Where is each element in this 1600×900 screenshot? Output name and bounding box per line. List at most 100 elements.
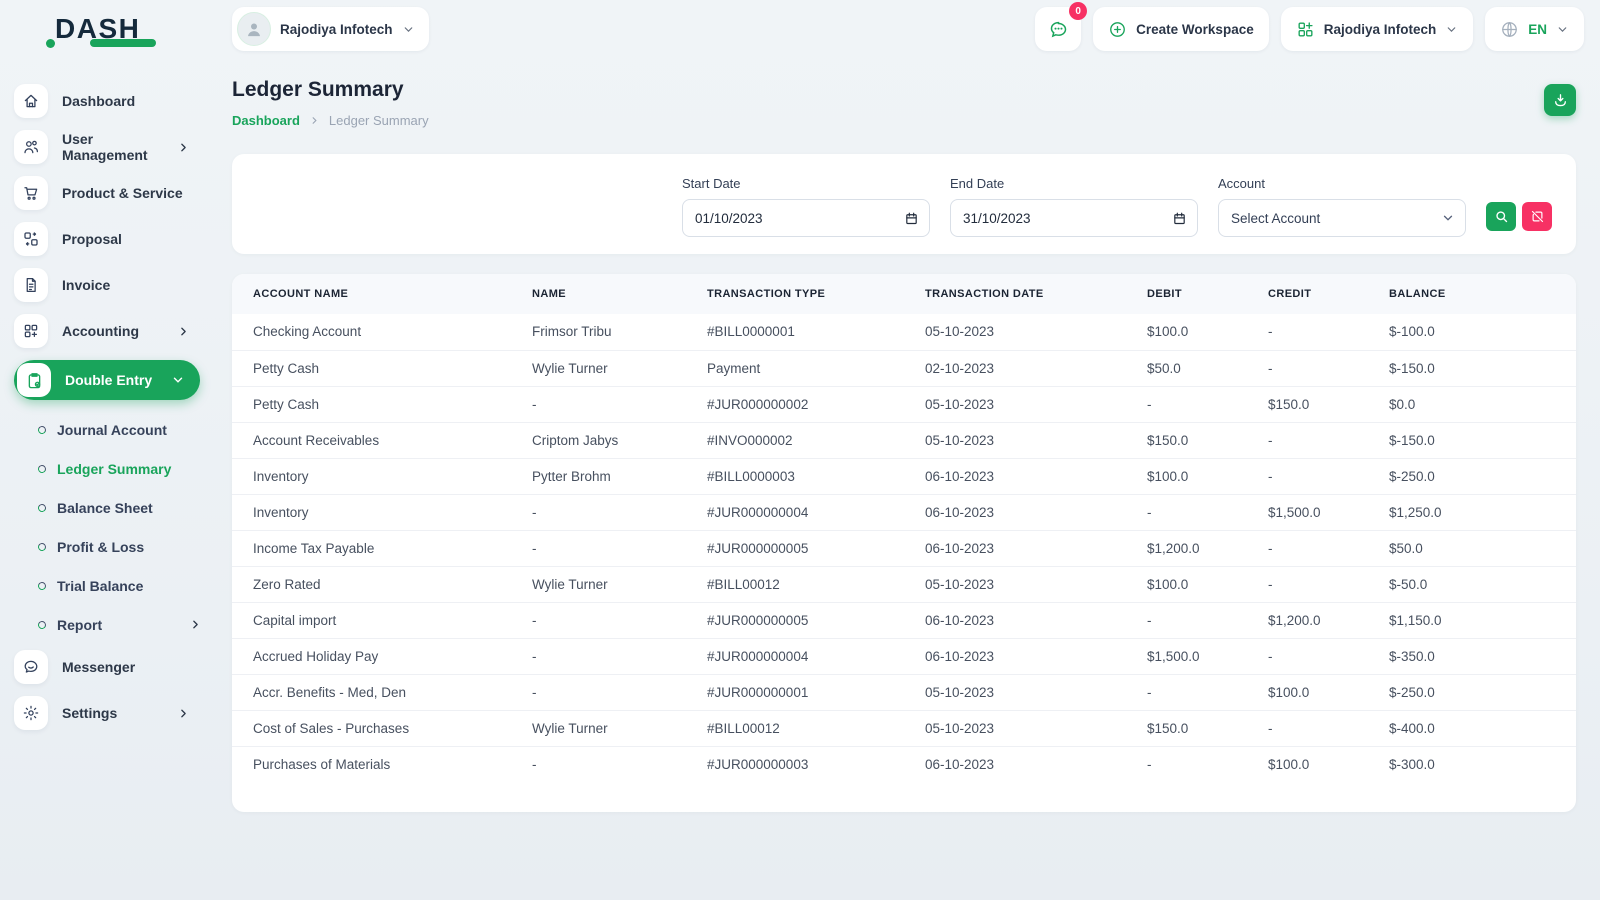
table-header-row: ACCOUNT NAMENAMETRANSACTION TYPETRANSACT… xyxy=(232,274,1576,314)
start-date-input[interactable] xyxy=(683,211,929,226)
sidebar-item-accounting[interactable]: Accounting xyxy=(14,314,200,348)
chevron-right-icon xyxy=(177,707,190,720)
chevron-right-icon xyxy=(309,115,320,126)
company-selector[interactable]: Rajodiya Infotech xyxy=(1281,7,1474,51)
breadcrumb-current: Ledger Summary xyxy=(329,113,429,128)
page-head: Ledger Summary Dashboard Ledger Summary xyxy=(232,78,1576,128)
sidebar-subitem-report[interactable]: Report xyxy=(14,605,210,644)
reset-button[interactable] xyxy=(1522,202,1552,231)
table-cell: $1,150.0 xyxy=(1389,602,1576,638)
chevron-right-icon xyxy=(189,618,202,631)
table-cell: $-400.0 xyxy=(1389,710,1576,746)
table-cell: Checking Account xyxy=(232,314,532,350)
account-select-value: Select Account xyxy=(1231,211,1453,226)
sidebar-subitem-profit-loss[interactable]: Profit & Loss xyxy=(14,527,210,566)
search-icon xyxy=(1494,209,1509,224)
workspace-selector[interactable]: Rajodiya Infotech xyxy=(232,7,429,51)
table-cell: - xyxy=(532,530,707,566)
table-cell: $1,200.0 xyxy=(1268,602,1389,638)
table-cell: $100.0 xyxy=(1147,458,1268,494)
table-cell: Inventory xyxy=(232,494,532,530)
table-cell: 05-10-2023 xyxy=(925,314,1147,350)
table-cell: - xyxy=(1268,710,1389,746)
table-row: Capital import-#JUR00000000506-10-2023-$… xyxy=(232,602,1576,638)
bullet-icon xyxy=(37,424,47,434)
sidebar-subitem-journal-account[interactable]: Journal Account xyxy=(14,410,210,449)
create-workspace-label: Create Workspace xyxy=(1136,22,1254,37)
table-row: Checking AccountFrimsor Tribu#BILL000000… xyxy=(232,314,1576,350)
sidebar-item-product-service[interactable]: Product & Service xyxy=(14,176,200,210)
account-select[interactable]: Select Account xyxy=(1218,199,1466,237)
table-cell: 05-10-2023 xyxy=(925,710,1147,746)
sidebar-item-label: Invoice xyxy=(62,277,200,293)
table-cell: #JUR000000001 xyxy=(707,674,925,710)
table-row: InventoryPytter Brohm#BILL000000306-10-2… xyxy=(232,458,1576,494)
grid-plus-icon xyxy=(1296,20,1315,39)
ledger-table-card: ACCOUNT NAMENAMETRANSACTION TYPETRANSACT… xyxy=(232,274,1576,812)
search-button[interactable] xyxy=(1486,202,1516,231)
sidebar-subitem-balance-sheet[interactable]: Balance Sheet xyxy=(14,488,210,527)
table-row: Accr. Benefits - Med, Den-#JUR0000000010… xyxy=(232,674,1576,710)
table-cell: $-50.0 xyxy=(1389,566,1576,602)
end-date-input[interactable] xyxy=(951,211,1197,226)
sidebar-item-label: User Management xyxy=(62,131,163,163)
table-cell: - xyxy=(1147,602,1268,638)
table-row: Zero RatedWylie Turner#BILL0001205-10-20… xyxy=(232,566,1576,602)
table-cell: Wylie Turner xyxy=(532,350,707,386)
table-cell: 06-10-2023 xyxy=(925,530,1147,566)
sidebar-item-double-entry[interactable]: Double Entry xyxy=(14,360,200,400)
table-cell: $0.0 xyxy=(1389,386,1576,422)
sidebar-subitem-trial-balance[interactable]: Trial Balance xyxy=(14,566,210,605)
table-cell: #JUR000000002 xyxy=(707,386,925,422)
table-cell: Purchases of Materials xyxy=(232,746,532,782)
sidebar-subitem-label: Report xyxy=(57,617,102,633)
sidebar-item-user-management[interactable]: User Management xyxy=(14,130,200,164)
sidebar-subitem-ledger-summary[interactable]: Ledger Summary xyxy=(14,449,210,488)
table-row: Cost of Sales - PurchasesWylie Turner#BI… xyxy=(232,710,1576,746)
table-cell: $-250.0 xyxy=(1389,458,1576,494)
sidebar-item-dashboard[interactable]: Dashboard xyxy=(14,84,200,118)
invoice-icon xyxy=(14,268,48,302)
table-cell: $-150.0 xyxy=(1389,350,1576,386)
sidebar-item-proposal[interactable]: Proposal xyxy=(14,222,200,256)
end-date-field: End Date xyxy=(950,176,1198,237)
bullet-icon xyxy=(37,502,47,512)
create-workspace-button[interactable]: Create Workspace xyxy=(1093,7,1269,51)
start-date-field: Start Date xyxy=(682,176,930,237)
table-row: Inventory-#JUR00000000406-10-2023-$1,500… xyxy=(232,494,1576,530)
chevron-right-icon xyxy=(177,141,190,154)
app-logo[interactable]: DASH xyxy=(0,13,232,45)
sidebar-item-invoice[interactable]: Invoice xyxy=(14,268,200,302)
reset-icon xyxy=(1530,209,1545,224)
sidebar-subitem-label: Trial Balance xyxy=(57,578,143,594)
table-row: Account ReceivablesCriptom Jabys#INVO000… xyxy=(232,422,1576,458)
sidebar-item-messenger[interactable]: Messenger xyxy=(14,650,200,684)
topbar-right: 0 Create Workspace Rajodiya Infotech EN xyxy=(1035,7,1584,51)
table-cell: Petty Cash xyxy=(232,350,532,386)
globe-icon xyxy=(1500,20,1519,39)
bullet-icon xyxy=(37,463,47,473)
table-row: Accrued Holiday Pay-#JUR00000000406-10-2… xyxy=(232,638,1576,674)
table-cell: $50.0 xyxy=(1147,350,1268,386)
table-cell: $-350.0 xyxy=(1389,638,1576,674)
sidebar-item-label: Messenger xyxy=(62,659,200,675)
table-cell: #INVO000002 xyxy=(707,422,925,458)
table-cell: - xyxy=(1147,674,1268,710)
messages-button[interactable]: 0 xyxy=(1035,7,1081,51)
download-button[interactable] xyxy=(1544,84,1576,116)
sidebar-item-label: Dashboard xyxy=(62,93,200,109)
language-selector[interactable]: EN xyxy=(1485,7,1584,51)
table-cell: $-300.0 xyxy=(1389,746,1576,782)
table-cell: 05-10-2023 xyxy=(925,422,1147,458)
double-entry-submenu: Journal AccountLedger SummaryBalance She… xyxy=(14,410,232,644)
table-cell: Payment xyxy=(707,350,925,386)
accounting-icon xyxy=(14,314,48,348)
column-header-credit: CREDIT xyxy=(1268,274,1389,314)
sidebar-item-settings[interactable]: Settings xyxy=(14,696,200,730)
table-cell: $1,500.0 xyxy=(1147,638,1268,674)
table-cell: - xyxy=(532,494,707,530)
breadcrumb-dashboard-link[interactable]: Dashboard xyxy=(232,113,300,128)
table-cell: Income Tax Payable xyxy=(232,530,532,566)
table-row: Income Tax Payable-#JUR00000000506-10-20… xyxy=(232,530,1576,566)
table-cell: $150.0 xyxy=(1147,422,1268,458)
